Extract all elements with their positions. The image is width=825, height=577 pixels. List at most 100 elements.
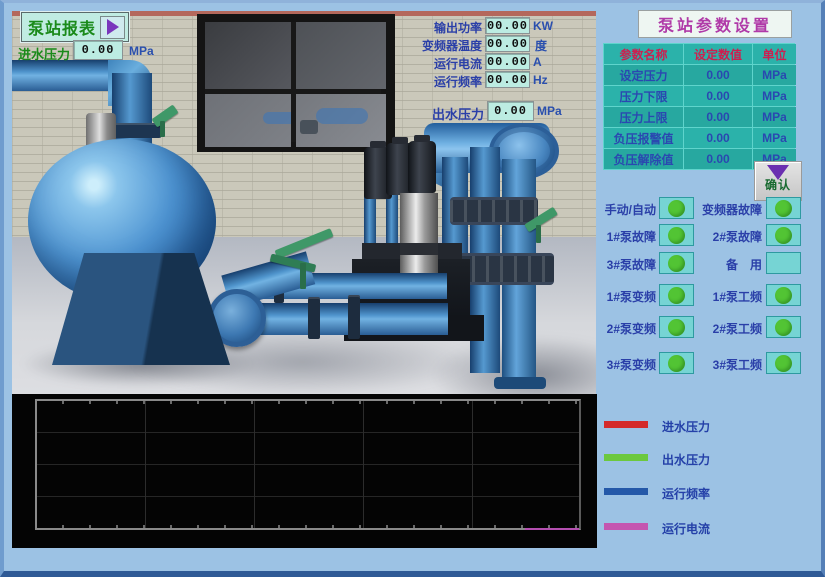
status-row: 手动/自动 变频器故障 <box>592 197 804 219</box>
pipe-reflection <box>263 112 291 124</box>
valve-stem <box>536 225 541 243</box>
legend-label: 出水压力 <box>662 451 710 468</box>
lamp-icon <box>668 255 685 272</box>
param-unit: MPa <box>753 128 796 148</box>
status-label: 1#泵故障 <box>592 228 656 245</box>
param-unit: MPa <box>753 86 796 106</box>
window-pane <box>205 94 291 147</box>
status-indicator-pump2-mains <box>766 316 801 338</box>
param-unit: MPa <box>753 65 796 85</box>
status-row: 1#泵故障 2#泵故障 <box>592 224 804 246</box>
lamp-icon <box>668 319 685 336</box>
status-indicator-vfd-fault <box>766 197 801 219</box>
output-power-value: 00.00 <box>485 17 530 34</box>
report-button[interactable]: 泵站报表 <box>21 12 129 42</box>
run-current-label: 运行电流 <box>400 55 482 72</box>
hmi-screen: 泵站报表 进水压力 0.00 MPa 输出功率 00.00 KW 变频器温度 0… <box>0 0 825 577</box>
confirm-button-label: 确认 <box>765 176 791 193</box>
status-row: 2#泵变频 2#泵工频 <box>592 316 804 338</box>
settings-table: 参数名称 设定数值 单位 设定压力 0.00 MPa 压力下限 0.00 MPa… <box>603 43 795 170</box>
legend-swatch-outlet-pressure <box>604 454 648 461</box>
top-ticks <box>37 401 579 404</box>
lamp-icon <box>668 287 685 304</box>
lamp-icon <box>668 355 685 372</box>
param-value[interactable]: 0.00 <box>684 149 752 169</box>
col-header-setvalue: 设定数值 <box>684 44 752 64</box>
col-header-param: 参数名称 <box>604 44 683 64</box>
report-arrow-button[interactable] <box>100 16 125 39</box>
status-row: 1#泵变频 1#泵工频 <box>592 284 804 306</box>
valve-stem <box>160 121 165 137</box>
lamp-icon <box>775 355 792 372</box>
status-label: 备 用 <box>698 256 762 273</box>
report-button-label: 泵站报表 <box>28 15 96 39</box>
pipe-reflection <box>316 108 368 124</box>
status-indicator-pump3-fault <box>659 252 694 274</box>
param-value[interactable]: 0.00 <box>684 107 752 127</box>
legend-label: 进水压力 <box>662 418 710 435</box>
param-name: 负压解除值 <box>604 149 683 169</box>
settings-panel-title: 泵站参数设置 <box>638 10 792 38</box>
run-frequency-value: 00.00 <box>485 71 530 88</box>
inverter-temp-unit: 度 <box>535 37 547 54</box>
status-indicator-pump1-vfd <box>659 284 694 306</box>
legend-swatch-run-frequency <box>604 488 648 495</box>
pipe-reflection <box>300 120 318 134</box>
lamp-icon <box>668 227 685 244</box>
legend-swatch-run-current <box>604 523 648 530</box>
riser-pipe-foot <box>494 377 546 389</box>
outlet-pressure-unit: MPa <box>537 104 562 118</box>
pump-motor-3 <box>408 141 436 193</box>
param-unit: MPa <box>753 107 796 127</box>
lamp-icon <box>775 200 792 217</box>
status-label: 2#泵工频 <box>698 320 762 337</box>
param-name: 压力上限 <box>604 107 683 127</box>
status-indicator-pump2-vfd <box>659 316 694 338</box>
run-frequency-unit: Hz <box>533 73 548 87</box>
inverter-temp-value: 00.00 <box>485 35 530 52</box>
play-icon <box>107 19 119 35</box>
pipe-coupling <box>458 253 554 285</box>
status-label: 2#泵变频 <box>592 320 656 337</box>
param-value[interactable]: 0.00 <box>684 128 752 148</box>
legend-label: 运行电流 <box>662 520 710 537</box>
status-indicator-spare <box>766 252 801 274</box>
lamp-icon <box>668 200 685 217</box>
status-indicator-pump1-mains <box>766 284 801 306</box>
lamp-icon <box>775 319 792 336</box>
col-header-unit: 单位 <box>753 44 796 64</box>
lamp-icon <box>775 227 792 244</box>
window-pane <box>296 94 386 147</box>
legend-label: 运行频率 <box>662 485 710 502</box>
trend-plot-area <box>35 399 581 530</box>
confirm-button[interactable]: 确认 <box>754 161 802 201</box>
param-name: 压力下限 <box>604 86 683 106</box>
status-indicator-pump3-mains <box>766 352 801 374</box>
inlet-pressure-label: 进水压力 <box>18 44 70 63</box>
param-name: 设定压力 <box>604 65 683 85</box>
pipe-coupling <box>450 197 538 225</box>
status-label: 3#泵故障 <box>592 256 656 273</box>
inlet-pressure-value: 0.00 <box>73 40 123 60</box>
param-value[interactable]: 0.00 <box>684 65 752 85</box>
status-label: 手动/自动 <box>592 201 656 218</box>
run-current-trace <box>525 528 579 530</box>
lamp-icon <box>775 287 792 304</box>
legend-swatch-inlet-pressure <box>604 421 648 428</box>
output-power-unit: KW <box>533 19 553 33</box>
status-indicator-pump2-fault <box>766 224 801 246</box>
status-row: 3#泵故障 备 用 <box>592 252 804 274</box>
window-panes <box>205 22 381 142</box>
outlet-pressure-value: 0.00 <box>487 101 534 121</box>
run-current-unit: A <box>533 55 542 69</box>
output-power-label: 输出功率 <box>400 19 482 36</box>
param-value[interactable]: 0.00 <box>684 86 752 106</box>
pipe-flange <box>348 295 360 339</box>
status-row: 3#泵变频 3#泵工频 <box>592 352 804 374</box>
status-label: 2#泵故障 <box>698 228 762 245</box>
status-indicator-pump3-vfd <box>659 352 694 374</box>
outlet-pressure-label: 出水压力 <box>402 104 484 123</box>
status-label: 3#泵工频 <box>698 356 762 373</box>
inverter-temp-label: 变频器温度 <box>400 37 482 54</box>
status-label: 1#泵工频 <box>698 288 762 305</box>
